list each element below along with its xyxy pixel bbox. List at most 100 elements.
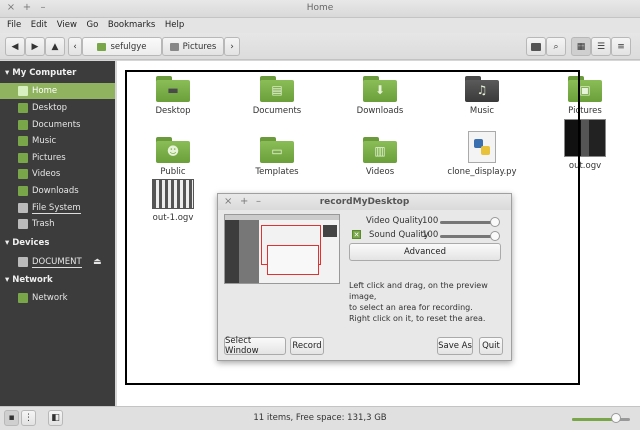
sidebar-item-pictures[interactable]: Pictures [0, 150, 115, 166]
menu-view[interactable]: View [57, 20, 77, 30]
sidebar-item-documents[interactable]: Documents [0, 117, 115, 133]
home-folder-icon [97, 42, 107, 51]
sound-quality-checkbox[interactable]: ✕ [352, 230, 361, 239]
drive-icon [18, 203, 28, 213]
breadcrumb-home[interactable]: sefulgye [82, 37, 162, 56]
sidebar-item-file-system[interactable]: File System [0, 200, 115, 216]
record-button[interactable]: Record [290, 337, 324, 355]
sidebar-header-devices[interactable]: ▾ Devices [5, 238, 49, 248]
up-button[interactable]: ▲ [45, 37, 65, 56]
dialog-title: recordMyDesktop [319, 197, 410, 207]
sidebar-item-home[interactable]: Home [0, 83, 115, 99]
sidebar-header-label: Devices [12, 238, 50, 248]
select-window-button[interactable]: Select Window [224, 336, 286, 356]
video-quality-slider-handle[interactable] [490, 217, 500, 227]
sidebar-header-my-computer[interactable]: ▾ My Computer [5, 68, 76, 78]
menu-go[interactable]: Go [87, 20, 99, 30]
arrow-up-icon: ▲ [51, 41, 59, 52]
video-quality-value: 100 [422, 216, 439, 226]
videos-icon [18, 169, 28, 179]
chevron-left-icon: ‹ [73, 41, 77, 52]
sidebar-item-label: Music [32, 136, 57, 146]
path-forward-button[interactable]: › [224, 37, 240, 56]
help-line: Left click and drag, on the preview imag… [349, 281, 488, 301]
drive-icon [18, 257, 28, 267]
compact-list-icon: ≡ [617, 41, 625, 52]
pictures-folder-icon [169, 42, 179, 51]
sidebar-item-downloads[interactable]: Downloads [0, 183, 115, 199]
help-line: to select an area for recording. [349, 303, 473, 312]
sidebar-item-label: Pictures [32, 153, 66, 163]
sidebar-header-network[interactable]: ▾ Network [5, 275, 53, 285]
save-as-button[interactable]: Save As [437, 337, 473, 355]
advanced-button[interactable]: Advanced [349, 243, 501, 261]
window-title: Home [306, 3, 334, 13]
downloads-icon [18, 186, 28, 196]
documents-icon [18, 120, 28, 130]
sidebar-header-label: Network [12, 275, 53, 285]
breadcrumb-label: sefulgye [110, 41, 147, 52]
menu-bookmarks[interactable]: Bookmarks [108, 20, 156, 30]
sound-quality-slider-handle[interactable] [490, 231, 500, 241]
save-as-label: Save As [438, 341, 472, 351]
chevron-right-icon: › [230, 41, 234, 52]
menu-help[interactable]: Help [165, 20, 184, 30]
arrow-left-icon: ◀ [11, 41, 19, 52]
title-bar: × + – Home [0, 0, 640, 18]
folder-icon [531, 42, 541, 51]
zoom-slider-handle[interactable] [610, 413, 621, 423]
menu-file[interactable]: File [7, 20, 21, 30]
arrow-right-icon: ▶ [31, 41, 39, 52]
list-icon: ☰ [596, 41, 606, 52]
sidebar-item-label: Home [32, 86, 58, 96]
sidebar-item-label: Trash [32, 219, 55, 229]
quit-label: Quit [482, 341, 500, 351]
help-line: Right click on it, to reset the area. [349, 314, 486, 323]
sidebar-header-label: My Computer [12, 68, 77, 78]
sidebar-item-label: Network [32, 293, 68, 303]
sidebar-item-music[interactable]: Music [0, 133, 115, 149]
path-toggle-button[interactable]: ‹ [68, 37, 82, 56]
back-button[interactable]: ◀ [5, 37, 25, 56]
toolbar: ◀ ▶ ▲ ‹ sefulgye Pictures › ⌕ ▦ ☰ ≡ [0, 33, 640, 60]
menu-bar: File Edit View Go Bookmarks Help [0, 18, 640, 33]
sidebar-item-label: Documents [32, 120, 81, 130]
eject-icon[interactable]: ⏏ [93, 254, 102, 270]
network-icon [18, 293, 28, 303]
sidebar-item-trash[interactable]: Trash [0, 216, 115, 232]
sidebar-item-document-drive[interactable]: DOCUMENT ⏏ [0, 254, 115, 270]
recordmydesktop-dialog: × + – recordMyDesktop Video Quality 100 … [217, 193, 512, 361]
zoom-slider-fill [572, 418, 616, 421]
compact-view-button[interactable]: ≡ [611, 37, 631, 56]
icon-view-button[interactable]: ▦ [571, 37, 591, 56]
breadcrumb-label: Pictures [182, 41, 217, 52]
status-bar: ▪ ⋮ ◧ 11 items, Free space: 131,3 GB [0, 406, 640, 430]
breadcrumb-pictures[interactable]: Pictures [162, 37, 224, 56]
music-icon [18, 136, 28, 146]
quit-button[interactable]: Quit [479, 337, 503, 355]
dialog-title-bar: × + – recordMyDesktop [218, 194, 511, 210]
sidebar-item-label: Desktop [32, 103, 68, 113]
sound-quality-slider[interactable] [440, 235, 496, 238]
new-folder-button[interactable] [526, 37, 546, 56]
list-view-button[interactable]: ☰ [591, 37, 611, 56]
sidebar-item-network[interactable]: Network [0, 290, 115, 306]
sidebar: ▾ My Computer Home Desktop Documents Mus… [0, 61, 115, 406]
pictures-icon [18, 153, 28, 163]
sound-quality-label: Sound Quality [369, 230, 429, 240]
status-text: 11 items, Free space: 131,3 GB [253, 413, 387, 423]
search-button[interactable]: ⌕ [546, 37, 566, 56]
sidebar-item-videos[interactable]: Videos [0, 166, 115, 182]
help-text: Left click and drag, on the preview imag… [349, 280, 509, 324]
menu-edit[interactable]: Edit [31, 20, 47, 30]
select-window-label: Select Window [225, 336, 259, 356]
forward-button[interactable]: ▶ [25, 37, 45, 56]
video-quality-slider[interactable] [440, 221, 496, 224]
sidebar-item-label: DOCUMENT [32, 257, 82, 268]
sidebar-item-label: Downloads [32, 186, 79, 196]
sidebar-item-desktop[interactable]: Desktop [0, 100, 115, 116]
desktop-preview-image[interactable] [224, 214, 340, 284]
trash-icon [18, 219, 28, 229]
video-quality-label: Video Quality [366, 216, 423, 226]
record-label: Record [292, 341, 322, 351]
